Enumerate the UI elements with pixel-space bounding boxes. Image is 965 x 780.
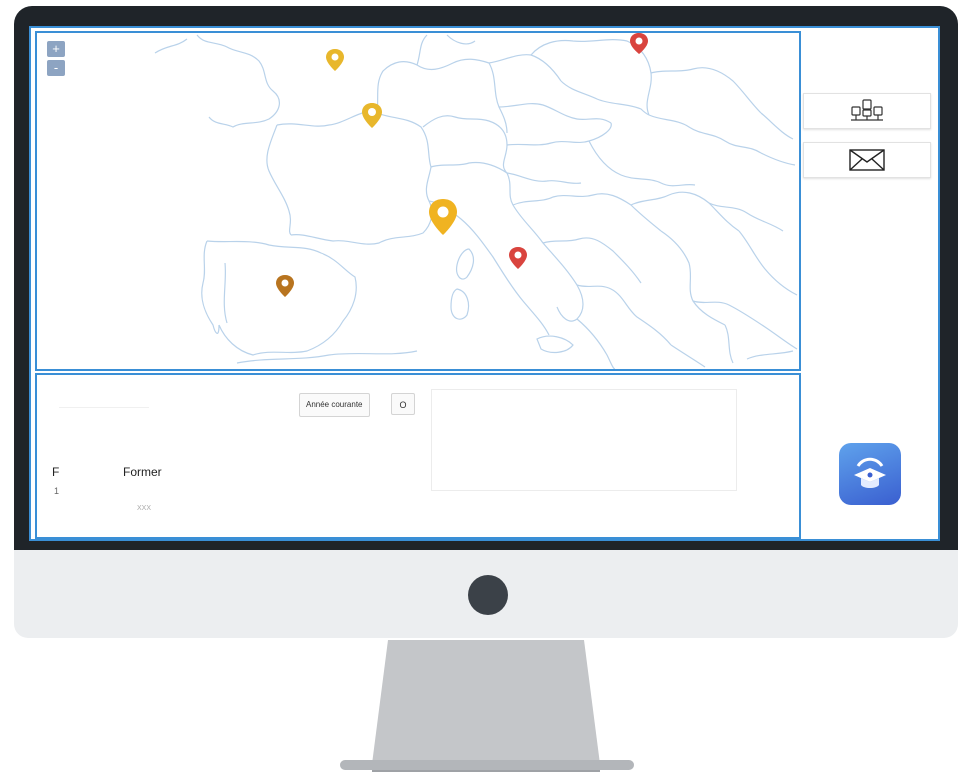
- former-value: XXX: [137, 505, 152, 512]
- stats-tab-placeholder: [59, 397, 149, 408]
- people-group-icon: [851, 99, 883, 121]
- marker-nice[interactable]: [429, 199, 457, 235]
- screen: + - Année courante O F 1 Former XXX: [29, 26, 940, 541]
- marker-rome[interactable]: [509, 247, 527, 269]
- people-button[interactable]: [803, 93, 931, 129]
- marker-london[interactable]: [326, 49, 344, 71]
- marker-paris[interactable]: [362, 103, 382, 128]
- period-toggle-button[interactable]: O: [391, 393, 415, 415]
- info-box: [431, 389, 737, 491]
- stats-panel: Année courante O F 1 Former XXX: [35, 373, 801, 539]
- app-launcher-button[interactable]: [839, 443, 901, 505]
- stat-letter: F: [52, 465, 60, 479]
- map-panel[interactable]: + -: [35, 31, 801, 371]
- marker-madrid[interactable]: [276, 275, 294, 297]
- zoom-in-button[interactable]: +: [47, 41, 65, 57]
- stat-digit: 1: [54, 486, 60, 496]
- former-label: Former: [123, 465, 162, 479]
- europe-map[interactable]: [37, 33, 799, 369]
- current-year-button[interactable]: Année courante: [299, 393, 370, 417]
- mail-button[interactable]: [803, 142, 931, 178]
- marker-warsaw[interactable]: [630, 33, 648, 54]
- sidebar: [803, 31, 937, 539]
- envelope-icon: [849, 149, 885, 171]
- monitor-logo-dot: [468, 575, 508, 615]
- graduation-cap-icon: [854, 457, 886, 488]
- zoom-out-button[interactable]: -: [47, 60, 65, 76]
